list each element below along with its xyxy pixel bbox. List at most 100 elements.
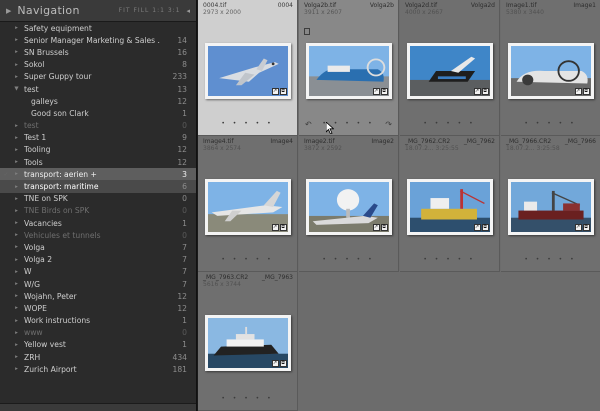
collection-item[interactable]: ▸ Tools 12 xyxy=(0,156,196,168)
collection-item[interactable]: ▸ Super Guppy tour 233 xyxy=(0,71,196,83)
photo-cell[interactable]: Image1.tif Image1 5380 x 3440 ↗ ⧉ • • • … xyxy=(501,0,600,136)
collection-item[interactable]: galleys 12 xyxy=(0,95,196,107)
collection-item[interactable]: ▸ Sokol 8 xyxy=(0,59,196,71)
rating-stars[interactable]: • • • • • xyxy=(198,395,297,402)
photo-thumbnail[interactable]: ↗ ⧉ xyxy=(507,179,594,235)
rating-stars[interactable]: • • • • • xyxy=(299,120,398,127)
triangle-right-icon[interactable]: ▶ xyxy=(6,7,11,15)
collection-count: 1 xyxy=(182,218,187,228)
collection-item[interactable]: ▸ Tooling 12 xyxy=(0,144,196,156)
collection-item[interactable]: ▸ Test 1 9 xyxy=(0,132,196,144)
collection-item[interactable]: ▸ Volga 2 7 xyxy=(0,254,196,266)
collection-item[interactable]: ▸ Work instructions 1 xyxy=(0,315,196,327)
photo-cell[interactable]: Image2.tif Image2 3872 x 2592 ↗ ⧉ • • • … xyxy=(299,136,399,272)
develop-badge-icon[interactable]: ↗ xyxy=(574,224,582,231)
collection-name: Senior Manager Marketing & Sales ... xyxy=(24,35,160,45)
photo-thumbnail[interactable]: ↗ ⧉ xyxy=(305,43,392,99)
develop-badge-icon[interactable]: ↗ xyxy=(372,224,380,231)
collection-item[interactable]: ▸ Safety equipment xyxy=(0,22,196,34)
collection-item[interactable]: ▸ test 0 xyxy=(0,120,196,132)
rating-stars[interactable]: • • • • • xyxy=(501,256,600,263)
checkmark-icon[interactable]: ✓ xyxy=(0,171,12,178)
photo-filename: Image2.tif xyxy=(304,138,335,145)
collection-badge-icon[interactable]: ⧉ xyxy=(380,88,388,95)
collection-badge-icon[interactable]: ⧉ xyxy=(279,224,287,231)
collection-item[interactable]: ▸ ZRH 434 xyxy=(0,351,196,363)
collection-item[interactable]: ▼ test 13 xyxy=(0,83,196,95)
develop-badge-icon[interactable]: ↗ xyxy=(372,88,380,95)
collection-item[interactable]: ▸ Vehicules et tunnels 0 xyxy=(0,229,196,241)
rating-stars[interactable]: • • • • • xyxy=(400,256,499,263)
panel-collapse-icon[interactable]: ◂ xyxy=(186,7,190,15)
thumbnail-badges: ↗ ⧉ xyxy=(473,224,489,231)
collection-item[interactable]: ▸ TNE on SPK 0 xyxy=(0,193,196,205)
develop-badge-icon[interactable]: ↗ xyxy=(271,88,279,95)
photo-thumbnail[interactable]: ↗ ⧉ xyxy=(406,43,493,99)
photo-cell[interactable]: 0004.tif 0004 2973 x 2000 ↗ ⧉ • • • • • xyxy=(198,0,298,136)
rating-stars[interactable]: • • • • • xyxy=(198,120,297,127)
develop-badge-icon[interactable]: ↗ xyxy=(473,88,481,95)
photo-thumbnail[interactable]: ↗ ⧉ xyxy=(204,315,291,371)
develop-badge-icon[interactable]: ↗ xyxy=(473,224,481,231)
collection-name: Tooling xyxy=(24,145,51,155)
collection-badge-icon[interactable]: ⧉ xyxy=(582,88,590,95)
collection-item[interactable]: ▸ WOPE 12 xyxy=(0,302,196,314)
rating-stars[interactable]: • • • • • xyxy=(400,120,499,127)
collection-item[interactable]: ▸ transport: maritime 6 xyxy=(0,180,196,193)
collection-icon: ▸ xyxy=(15,256,18,263)
collection-badge-icon[interactable]: ⧉ xyxy=(481,88,489,95)
navigator-zoom-options[interactable]: FIT FILL 1:1 3:1 xyxy=(119,7,181,14)
rating-stars[interactable]: • • • • • xyxy=(198,256,297,263)
photo-cell[interactable]: _MG_7963.CR2 _MG_7963 5616 x 3744 ↗ ⧉ • … xyxy=(198,272,298,411)
collection-item[interactable]: ▸ www 0 xyxy=(0,327,196,339)
collection-badge-icon[interactable]: ⧉ xyxy=(279,360,287,367)
collection-count: 7 xyxy=(182,242,187,252)
collection-badge-icon[interactable]: ⧉ xyxy=(481,224,489,231)
collection-icon: ▸ xyxy=(15,244,18,251)
photo-cell[interactable]: _MG_7962.CR2 _MG_7962 18.07.2... 3:25:55… xyxy=(400,136,500,272)
collection-item[interactable]: ▸ W 7 xyxy=(0,266,196,278)
develop-badge-icon[interactable]: ↗ xyxy=(574,88,582,95)
photo-cell[interactable]: Volga2b.tif Volga2b 3911 x 2607 ⟳ ↗ ⧉ • … xyxy=(299,0,399,136)
photo-thumbnail[interactable]: ↗ ⧉ xyxy=(507,43,594,99)
thumbnail-badges: ↗ ⧉ xyxy=(271,88,287,95)
collection-badge-icon[interactable]: ⧉ xyxy=(582,224,590,231)
collection-badge-icon[interactable]: ⧉ xyxy=(279,88,287,95)
photo-thumbnail[interactable]: ↗ ⧉ xyxy=(406,179,493,235)
collection-count: 1 xyxy=(182,340,187,350)
rating-stars[interactable]: • • • • • xyxy=(299,256,398,263)
develop-badge-icon[interactable]: ↗ xyxy=(271,360,279,367)
collection-icon: ▸ xyxy=(15,232,18,239)
collection-item[interactable]: ▸ Yellow vest 1 xyxy=(0,339,196,351)
navigator-header[interactable]: ▶ Navigation FIT FILL 1:1 3:1 ◂ xyxy=(0,0,196,22)
collection-item[interactable]: ✓ ▸ transport: aerien + 3 xyxy=(0,168,196,181)
photo-thumbnail[interactable]: ↗ ⧉ xyxy=(204,43,291,99)
flag-icon[interactable] xyxy=(304,28,310,35)
rating-stars[interactable]: • • • • • xyxy=(501,120,600,127)
collection-item[interactable]: Good son Clark 1 xyxy=(0,107,196,119)
develop-badge-icon[interactable]: ↗ xyxy=(271,224,279,231)
collection-badge-icon[interactable]: ⧉ xyxy=(380,224,388,231)
collection-item[interactable]: ▸ TNE Birds on SPK 0 xyxy=(0,205,196,217)
collection-item[interactable]: ▸ Vacancies 1 xyxy=(0,217,196,229)
collection-icon: ▸ xyxy=(15,281,18,288)
collection-item[interactable]: ▸ Volga 7 xyxy=(0,241,196,253)
photo-info: _MG_7963.CR2 _MG_7963 5616 x 3744 xyxy=(203,274,293,290)
photo-cell[interactable]: Volga2d.tif Volga2d 4000 x 2667 ↗ ⧉ • • … xyxy=(400,0,500,136)
collection-item[interactable]: ▸ Wojahn, Peter 12 xyxy=(0,290,196,302)
collection-item[interactable]: ▸ SN Brussels 16 xyxy=(0,46,196,58)
rotate-left-icon[interactable]: ↶ xyxy=(305,120,312,129)
collection-icon: ▸ xyxy=(15,366,18,373)
collection-name: TNE on SPK xyxy=(24,194,68,204)
rotate-right-icon[interactable]: ↷ xyxy=(385,120,392,129)
collection-count: 7 xyxy=(182,255,187,265)
thumbnail-badges: ↗ ⧉ xyxy=(372,88,388,95)
triangle-down-icon: ▼ xyxy=(14,86,19,93)
photo-thumbnail[interactable]: ↗ ⧉ xyxy=(305,179,392,235)
photo-cell[interactable]: Image4.tif Image4 3864 x 2574 ↗ ⧉ • • • … xyxy=(198,136,298,272)
collection-item[interactable]: ▸ Zurich Airport 181 xyxy=(0,363,196,375)
collection-item[interactable]: ▸ W/G 7 xyxy=(0,278,196,290)
photo-cell[interactable]: _MG_7966.CR2 _MG_7966 18.07.2... 3:25:58… xyxy=(501,136,600,272)
photo-thumbnail[interactable]: ↗ ⧉ xyxy=(204,179,291,235)
collection-item[interactable]: ▸ Senior Manager Marketing & Sales ... 14 xyxy=(0,34,196,46)
